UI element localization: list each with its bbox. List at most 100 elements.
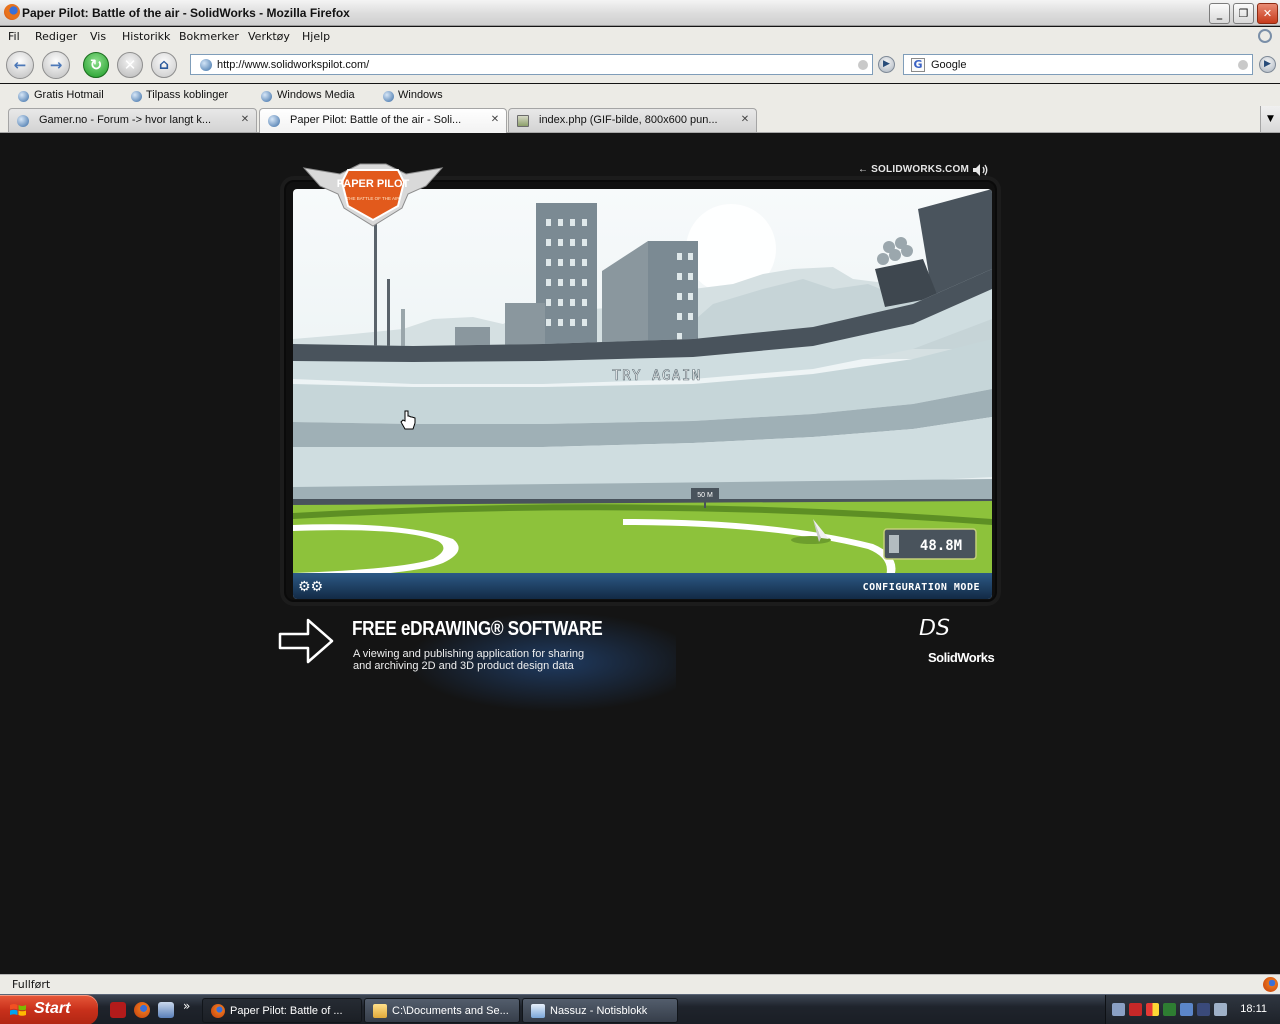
tray-shield-icon[interactable] <box>1129 1003 1142 1016</box>
url-text[interactable]: http://www.solidworkspilot.com/ <box>217 59 369 71</box>
throbber-icon <box>1258 29 1272 43</box>
logo-subtitle: THE BATTLE OF THE AIR <box>346 196 400 201</box>
taskbar-firefox-window[interactable]: Paper Pilot: Battle of ... <box>202 998 362 1023</box>
bookmarks-toolbar: Gratis Hotmail Tilpass koblinger Windows… <box>0 84 1280 106</box>
start-label: Start <box>34 1000 71 1017</box>
configuration-mode-button[interactable]: CONFIGURATION MODE <box>863 582 980 593</box>
tab-close-icon[interactable]: ✕ <box>739 114 751 126</box>
tray-app-icon[interactable] <box>1180 1003 1193 1016</box>
url-bar[interactable]: http://www.solidworkspilot.com/ <box>190 54 873 75</box>
menu-history[interactable]: Historikk <box>122 30 170 43</box>
distance-marker-label: 50 M <box>697 492 713 499</box>
status-bar: Fullført <box>0 974 1280 994</box>
tray-volume-icon[interactable] <box>1214 1003 1227 1016</box>
firefox-icon <box>4 4 20 20</box>
bookmark-tilpass-koblinger[interactable]: Tilpass koblinger <box>146 89 228 101</box>
navigation-toolbar: ← → ↻ ✕ ⌂ http://www.solidworkspilot.com… <box>0 47 1280 83</box>
taskbar-explorer-window[interactable]: C:\Documents and Se... <box>364 998 520 1023</box>
search-go-button[interactable]: ▶ <box>1259 56 1276 73</box>
windows-flag-icon <box>10 1004 26 1016</box>
tab-close-icon[interactable]: ✕ <box>489 114 501 126</box>
solidworks-logo-text: SolidWorks <box>928 650 995 665</box>
search-bar[interactable]: G Google <box>903 54 1253 75</box>
start-button[interactable]: Start <box>0 995 98 1024</box>
menu-bar: Fil Rediger Vis Historikk Bokmerker Verk… <box>0 27 1280 47</box>
search-arrow-icon: ▶ <box>1264 59 1271 69</box>
solidworks-logo[interactable]: 𝘋𝘚 SolidWorks <box>915 616 1005 672</box>
tab-close-icon[interactable]: ✕ <box>239 114 251 126</box>
quicklaunch-app-icon[interactable] <box>158 1002 174 1018</box>
page-content: ← SOLIDWORKS.COM 50 M 48.8M ⚙⚙ CONFIGURA… <box>0 134 1280 974</box>
promo-description-line2: and archiving 2D and 3D product design d… <box>353 660 574 672</box>
status-text: Fullført <box>12 978 51 991</box>
google-search-engine-icon[interactable]: G <box>911 58 925 72</box>
tab-list-dropdown[interactable]: ▼ <box>1260 106 1280 132</box>
menu-file[interactable]: Fil <box>8 30 20 43</box>
logo-title: PAPER PILOT <box>337 178 410 190</box>
quicklaunch-firefox-icon[interactable] <box>134 1002 150 1018</box>
solidworks-com-link[interactable]: ← SOLIDWORKS.COM <box>858 164 969 175</box>
reload-button[interactable]: ↻ <box>83 52 109 78</box>
settings-gear-icon[interactable]: ⚙⚙ <box>298 579 323 595</box>
stop-button[interactable]: ✕ <box>117 52 143 78</box>
edrawing-promo[interactable]: FREE eDRAWING® SOFTWARE A viewing and pu… <box>276 612 676 712</box>
window-title: Paper Pilot: Battle of the air - SolidWo… <box>22 6 350 20</box>
taskbar-button-label: Nassuz - Notisblokk <box>550 1005 648 1017</box>
url-dropdown-icon[interactable] <box>858 60 868 70</box>
tray-app-icon[interactable] <box>1146 1003 1159 1016</box>
tab-strip: Gamer.no - Forum -> hvor langt k... ✕ Pa… <box>0 106 1280 133</box>
window-titlebar[interactable]: Paper Pilot: Battle of the air - SolidWo… <box>0 0 1280 26</box>
folder-icon <box>373 1004 387 1018</box>
menu-bookmarks[interactable]: Bokmerker <box>179 30 239 43</box>
tray-network-icon[interactable] <box>1112 1003 1125 1016</box>
promo-description-line1: A viewing and publishing application for… <box>353 648 585 660</box>
paper-pilot-game[interactable]: 50 M 48.8M ⚙⚙ CONFIGURATION MODE TRY AGA… <box>293 189 992 599</box>
maximize-button[interactable]: ❐ <box>1233 3 1254 24</box>
quicklaunch-acrobat-icon[interactable] <box>110 1002 126 1018</box>
bookmark-gratis-hotmail[interactable]: Gratis Hotmail <box>34 89 104 101</box>
chevron-down-icon: ▼ <box>1267 114 1274 124</box>
menu-help[interactable]: Hjelp <box>302 30 330 43</box>
speaker-icon[interactable] <box>972 163 990 177</box>
bookmark-windows[interactable]: Windows <box>398 89 443 101</box>
close-button[interactable]: ✕ <box>1257 3 1278 24</box>
taskbar-button-label: Paper Pilot: Battle of ... <box>230 1005 343 1017</box>
go-arrow-icon: ▶ <box>883 59 890 69</box>
distance-readout: 48.8M <box>920 538 962 554</box>
menu-tools[interactable]: Verktøy <box>248 30 290 43</box>
promo-headline: FREE eDRAWING® SOFTWARE <box>352 618 603 640</box>
tab-gamer-forum[interactable]: Gamer.no - Forum -> hvor langt k... ✕ <box>8 108 257 132</box>
tab-paper-pilot[interactable]: Paper Pilot: Battle of the air - Soli...… <box>259 108 507 133</box>
back-button[interactable]: ← <box>6 51 34 79</box>
paper-pilot-logo[interactable]: PAPER PILOT THE BATTLE OF THE AIR <box>300 160 446 230</box>
arrow-right-icon: → <box>49 56 63 74</box>
try-again-button[interactable]: TRY AGAIN <box>612 368 701 385</box>
firefox-icon <box>211 1004 225 1018</box>
tab-label: index.php (GIF-bilde, 800x600 pun... <box>539 114 718 126</box>
forward-button[interactable]: → <box>42 51 70 79</box>
taskbar-notepad-window[interactable]: Nassuz - Notisblokk <box>522 998 678 1023</box>
taskbar-clock: 18:11 <box>1240 1003 1267 1015</box>
bookmark-globe-icon <box>131 91 142 102</box>
tray-app-icon[interactable] <box>1197 1003 1210 1016</box>
site-globe-icon <box>200 59 212 71</box>
taskbar-button-label: C:\Documents and Se... <box>392 1005 509 1017</box>
go-button[interactable]: ▶ <box>878 56 895 73</box>
search-input[interactable]: Google <box>931 59 966 71</box>
bookmark-windows-media[interactable]: Windows Media <box>277 89 355 101</box>
menu-view[interactable]: Vis <box>90 30 106 43</box>
search-clear-icon[interactable] <box>1238 60 1248 70</box>
notepad-icon <box>531 1004 545 1018</box>
stop-icon: ✕ <box>123 56 137 74</box>
home-icon: ⌂ <box>158 57 170 73</box>
ds-logo-mark: 𝘋𝘚 <box>919 616 950 641</box>
minimize-button[interactable]: _ <box>1209 3 1230 24</box>
home-button[interactable]: ⌂ <box>151 52 177 78</box>
arrow-right-icon <box>278 618 334 664</box>
menu-edit[interactable]: Rediger <box>35 30 77 43</box>
tray-app-icon[interactable] <box>1163 1003 1176 1016</box>
tab-image-icon <box>517 115 529 127</box>
tab-index-gif[interactable]: index.php (GIF-bilde, 800x600 pun... ✕ <box>508 108 757 132</box>
quicklaunch-more-icon[interactable]: » <box>183 999 190 1013</box>
tab-globe-icon <box>268 115 280 127</box>
